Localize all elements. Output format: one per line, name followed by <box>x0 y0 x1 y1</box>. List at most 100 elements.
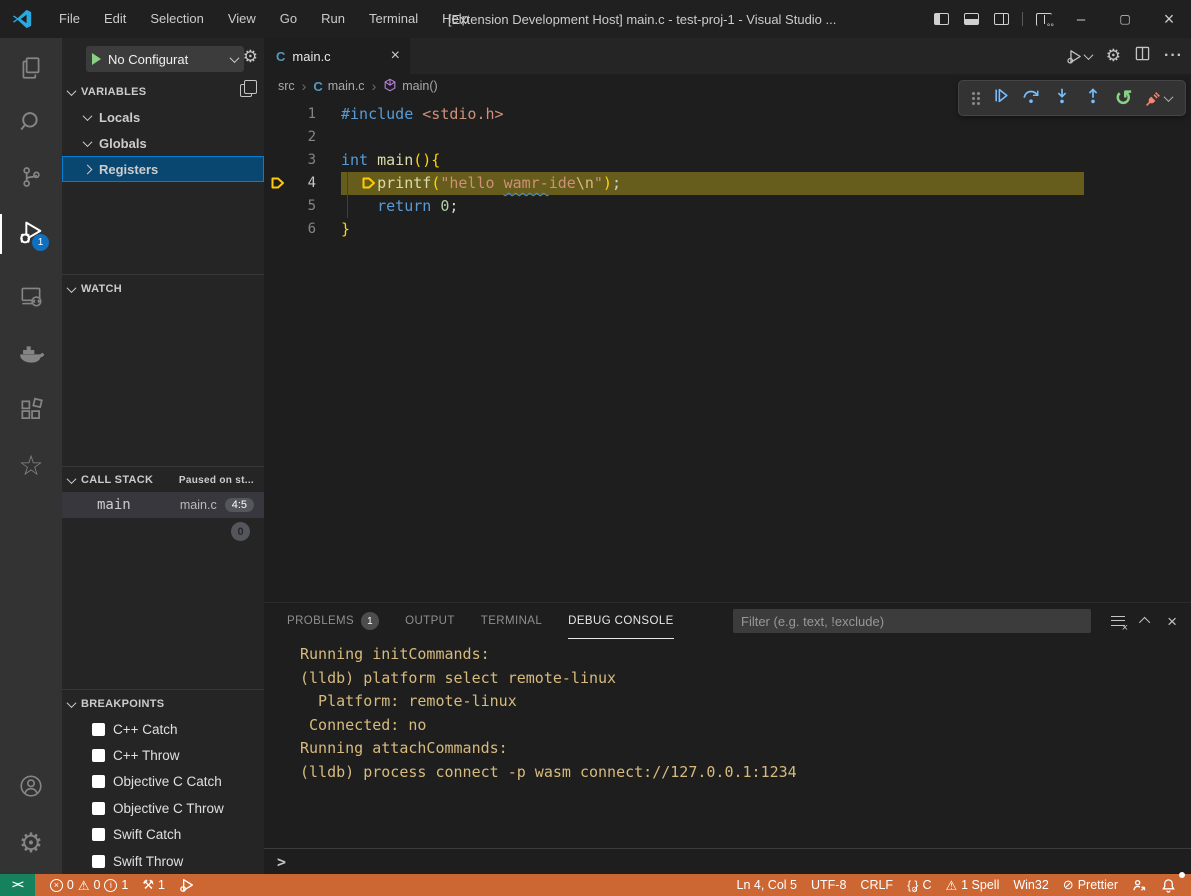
cursor-position[interactable]: Ln 4, Col 5 <box>730 874 804 896</box>
menu-item-terminal[interactable]: Terminal <box>357 0 430 38</box>
clear-console-icon[interactable] <box>1111 616 1125 627</box>
search-icon[interactable] <box>17 108 45 136</box>
gutter-glyph-margin[interactable] <box>264 126 290 149</box>
gutter-glyph-margin[interactable] <box>264 149 290 172</box>
open-settings-icon[interactable]: ⚙ <box>1106 46 1121 66</box>
remote-indicator[interactable]: >< <box>0 874 35 896</box>
encoding-indicator[interactable]: UTF-8 <box>804 874 853 896</box>
start-debug-icon[interactable] <box>92 53 101 65</box>
breadcrumb-symbol[interactable]: main() <box>402 79 437 93</box>
console-prompt-icon[interactable]: > <box>277 853 286 871</box>
formatter-status[interactable]: ⊘ Prettier <box>1056 874 1125 896</box>
variables-item-registers[interactable]: Registers <box>62 156 264 182</box>
watch-section-header[interactable]: WATCH <box>62 277 264 301</box>
language-mode[interactable]: { } C <box>900 874 938 896</box>
code-line[interactable]: 4 printf("hello wamr-ide\n"); <box>264 172 1191 195</box>
breakpoint-row[interactable]: Swift Throw <box>62 848 264 874</box>
tools-status[interactable]: ⚒ 1 <box>135 874 172 896</box>
spell-checker-status[interactable]: ⚠ 1 Spell <box>938 874 1006 896</box>
menu-item-view[interactable]: View <box>216 0 268 38</box>
copy-value-icon[interactable] <box>240 84 252 97</box>
close-tab-icon[interactable]: × <box>391 48 400 64</box>
feedback-icon[interactable] <box>1125 874 1154 896</box>
breakpoint-row[interactable]: C++ Throw <box>62 742 264 768</box>
gutter-glyph-margin[interactable] <box>264 195 290 218</box>
step-out-icon[interactable] <box>1084 87 1102 110</box>
breakpoint-row[interactable]: Swift Catch <box>62 822 264 848</box>
more-actions-icon[interactable]: ··· <box>1164 47 1183 65</box>
accounts-icon[interactable] <box>17 772 45 800</box>
breakpoint-row[interactable]: Objective C Throw <box>62 795 264 821</box>
drag-handle-icon[interactable] <box>972 92 980 105</box>
breadcrumb-file[interactable]: main.c <box>328 79 365 93</box>
gutter-glyph-margin[interactable] <box>264 172 290 195</box>
source-control-icon[interactable] <box>17 163 45 191</box>
toggle-sidebar-icon[interactable] <box>926 0 956 38</box>
launch-configuration-dropdown[interactable]: No Configurat <box>86 46 244 72</box>
breadcrumb-folder[interactable]: src <box>278 79 295 93</box>
code-line[interactable]: 2 <box>264 126 1191 149</box>
menu-item-selection[interactable]: Selection <box>138 0 215 38</box>
favorites-star-icon[interactable]: ☆ <box>17 452 45 480</box>
session-count-badge: 0 <box>231 522 250 541</box>
stack-frame-row[interactable]: main main.c 4:5 <box>62 492 264 518</box>
menu-item-run[interactable]: Run <box>309 0 357 38</box>
restart-icon[interactable]: ↺ <box>1115 88 1133 109</box>
customize-layout-icon[interactable] <box>1029 0 1059 38</box>
maximize-button[interactable]: ▢ <box>1103 0 1147 38</box>
checkbox-unchecked[interactable] <box>92 828 105 841</box>
panel-tab-terminal[interactable]: TERMINAL <box>481 603 542 639</box>
disconnect-icon[interactable] <box>1145 90 1172 107</box>
checkbox-unchecked[interactable] <box>92 775 105 788</box>
toggle-panel-icon[interactable] <box>956 0 986 38</box>
remote-explorer-icon[interactable] <box>17 282 45 310</box>
close-panel-icon[interactable]: × <box>1167 613 1177 630</box>
split-editor-icon[interactable] <box>1135 46 1150 66</box>
build-target[interactable]: Win32 <box>1006 874 1055 896</box>
console-filter-input[interactable] <box>733 609 1091 633</box>
checkbox-unchecked[interactable] <box>92 749 105 762</box>
checkbox-unchecked[interactable] <box>92 723 105 736</box>
checkbox-unchecked[interactable] <box>92 802 105 815</box>
run-or-debug-icon[interactable] <box>1066 48 1092 65</box>
call-stack-section-header[interactable]: CALL STACK Paused on st... <box>62 468 264 492</box>
menu-item-edit[interactable]: Edit <box>92 0 138 38</box>
breadcrumb-separator: › <box>302 78 307 94</box>
code-line[interactable]: 3int main(){ <box>264 149 1191 172</box>
panel-tab-output[interactable]: OUTPUT <box>405 603 455 639</box>
continue-icon[interactable] <box>993 87 1010 109</box>
explorer-icon[interactable] <box>17 54 45 82</box>
debug-settings-gear-icon[interactable]: ⚙ <box>243 48 258 65</box>
eol-indicator[interactable]: CRLF <box>853 874 900 896</box>
debug-status-icon[interactable] <box>172 874 202 896</box>
notifications-bell-icon[interactable] <box>1154 874 1183 896</box>
breakpoint-row[interactable]: Objective C Catch <box>62 769 264 795</box>
menu-item-file[interactable]: File <box>47 0 92 38</box>
tab-main-c[interactable]: C main.c × <box>264 38 410 74</box>
code-editor[interactable]: 1#include <stdio.h>23int main(){4 printf… <box>264 98 1191 602</box>
variables-section-header[interactable]: VARIABLES <box>62 80 264 104</box>
minimize-button[interactable]: – <box>1059 0 1103 38</box>
problems-status[interactable]: × 0 ⚠ 0 i 1 <box>43 874 136 896</box>
breakpoint-label: C++ Catch <box>113 722 178 737</box>
maximize-panel-icon[interactable] <box>1139 617 1150 628</box>
checkbox-unchecked[interactable] <box>92 855 105 868</box>
step-over-icon[interactable] <box>1022 87 1040 110</box>
extensions-icon[interactable] <box>17 396 45 424</box>
breakpoints-section-header[interactable]: BREAKPOINTS <box>62 692 264 716</box>
gutter-glyph-margin[interactable] <box>264 103 290 126</box>
toggle-secondary-sidebar-icon[interactable] <box>986 0 1016 38</box>
breakpoint-row[interactable]: C++ Catch <box>62 716 264 742</box>
panel-tab-debug-console[interactable]: DEBUG CONSOLE <box>568 603 674 639</box>
code-line[interactable]: 5 return 0; <box>264 195 1191 218</box>
docker-icon[interactable] <box>17 340 45 368</box>
panel-tab-problems[interactable]: PROBLEMS1 <box>287 603 379 639</box>
menu-item-go[interactable]: Go <box>268 0 309 38</box>
step-into-icon[interactable] <box>1053 87 1071 110</box>
code-line[interactable]: 6} <box>264 218 1191 241</box>
settings-gear-icon[interactable]: ⚙ <box>17 829 45 857</box>
variables-item-globals[interactable]: Globals <box>62 130 264 156</box>
close-button[interactable]: × <box>1147 0 1191 38</box>
gutter-glyph-margin[interactable] <box>264 218 290 241</box>
variables-item-locals[interactable]: Locals <box>62 104 264 130</box>
